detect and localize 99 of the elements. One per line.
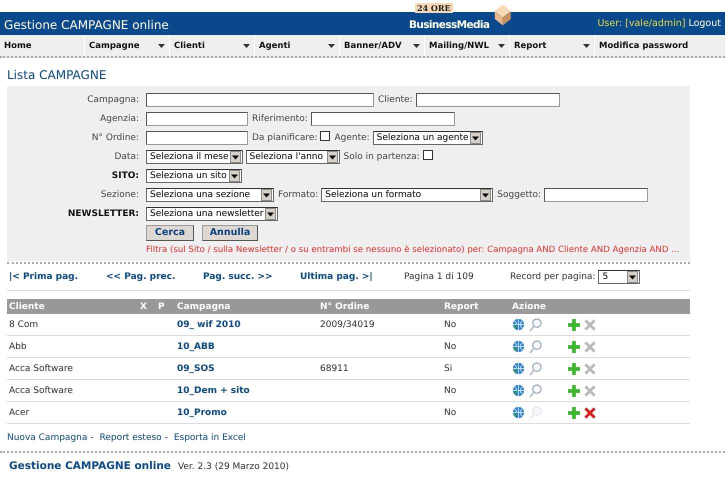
checkbox[interactable] xyxy=(422,150,433,160)
add-icon[interactable] xyxy=(568,340,580,352)
per-page-label: Record per pagina: xyxy=(510,272,596,282)
magnifier-icon[interactable] xyxy=(529,362,542,376)
dropdown[interactable]: Seleziona il mese xyxy=(146,150,242,164)
add-icon[interactable] xyxy=(568,384,580,396)
globe-icon[interactable] xyxy=(512,406,525,419)
magnifier-icon[interactable] xyxy=(529,384,542,398)
table-cell-text: No xyxy=(444,342,458,352)
pager-link[interactable]: Ultima pag. >| xyxy=(300,272,404,282)
pager-link[interactable]: |< Prima pag. xyxy=(9,272,106,282)
menu-item[interactable]: Campagne xyxy=(85,35,170,56)
column-header: Azione xyxy=(512,302,547,312)
column-header: Report xyxy=(444,302,480,312)
input-field[interactable] xyxy=(416,92,560,106)
campaign-link[interactable]: 10_ABB xyxy=(177,342,215,352)
user-name: [vale/admin] xyxy=(625,18,686,29)
globe-icon[interactable] xyxy=(512,340,525,353)
column-header: X xyxy=(140,302,148,312)
filter-note: Filtra (sul Sito / sulla Newsletter / o su entrambi se nessuno è selezionato) per: Campagna AND Cliente AND Agenzia AND ... xyxy=(146,245,680,255)
app-title: Gestione CAMPAGNE online xyxy=(4,18,169,32)
action-link[interactable]: Report esteso xyxy=(100,433,162,443)
menu-item[interactable]: Agenti xyxy=(255,35,340,56)
input-field[interactable] xyxy=(146,92,374,106)
field-label: NEWSLETTER: xyxy=(66,208,140,218)
footer-title: Gestione CAMPAGNE online xyxy=(9,460,171,472)
campaign-link[interactable]: 10_Promo xyxy=(177,408,227,418)
separator: - xyxy=(90,433,94,443)
add-icon[interactable] xyxy=(568,318,580,330)
page-info: Pagina 1 di 109 xyxy=(404,272,475,282)
dropdown[interactable]: Seleziona un agente xyxy=(372,130,483,144)
delete-icon[interactable] xyxy=(584,406,596,418)
input-field[interactable] xyxy=(146,112,248,126)
add-icon[interactable] xyxy=(568,406,580,418)
field-label: Sezione: xyxy=(100,190,140,200)
field-label: Agente: xyxy=(334,132,370,142)
campaign-link[interactable]: 10_Dem + sito xyxy=(177,386,250,396)
version-text: Ver. 2.3 (29 Marzo 2010) xyxy=(178,462,290,472)
menu-item[interactable]: Banner/ADV xyxy=(340,35,425,56)
checkbox[interactable] xyxy=(320,130,330,140)
table-cell-text: No xyxy=(444,408,458,418)
field-label: Riferimento: xyxy=(252,114,308,124)
pager-link[interactable]: << Pag. prec. xyxy=(106,272,203,282)
field-label: N° Ordine: xyxy=(90,132,140,142)
field-label: Solo in partenza: xyxy=(344,152,420,162)
globe-icon[interactable] xyxy=(512,318,525,331)
field-label: Da pianificare: xyxy=(252,132,318,142)
table-cell: 68911 xyxy=(320,364,349,374)
column-header: P xyxy=(158,302,166,312)
globe-icon[interactable] xyxy=(512,384,525,397)
add-icon[interactable] xyxy=(568,362,580,374)
action-link[interactable]: Esporta in Excel xyxy=(174,433,246,443)
field-label: Agenzia: xyxy=(99,114,140,124)
dropdown[interactable]: Seleziona una newsletter xyxy=(146,206,278,220)
user-label: User: xyxy=(597,18,622,29)
per-page-dropdown[interactable]: 5 xyxy=(598,270,640,284)
form-button[interactable]: Cerca xyxy=(146,224,194,240)
logo: 24 ORE BusinessMedia xyxy=(407,3,513,34)
menu-item[interactable]: Report xyxy=(510,35,595,56)
input-field[interactable] xyxy=(146,130,248,144)
menu-item[interactable]: Home xyxy=(0,35,85,56)
table-cell-text: Acer xyxy=(9,408,30,418)
dropdown[interactable]: Seleziona un formato xyxy=(321,188,494,202)
table-cell-text: Abb xyxy=(9,342,28,352)
table-cell-text: Acca Software xyxy=(9,386,74,396)
table-cell-text: Si xyxy=(444,364,454,374)
page-title: Lista CAMPAGNE xyxy=(7,67,108,84)
action-link[interactable]: Nuova Campagna xyxy=(7,433,88,443)
campaign-link[interactable]: 09_ wif 2010 xyxy=(177,320,241,330)
form-button[interactable]: Annulla xyxy=(202,224,258,240)
table-cell: 2009/34019 xyxy=(320,320,375,330)
table-cell-text: No xyxy=(444,386,458,396)
magnifier-icon[interactable] xyxy=(529,340,542,354)
field-label: Cliente: xyxy=(378,94,413,104)
field-label: Campagna: xyxy=(86,94,140,104)
dropdown[interactable]: Seleziona un sito xyxy=(146,168,242,182)
column-header: Cliente xyxy=(9,302,46,312)
separator: - xyxy=(164,433,168,443)
input-field[interactable] xyxy=(310,112,455,126)
table-cell-text: 8 Com xyxy=(9,320,40,330)
logout-link[interactable]: Logout xyxy=(688,18,721,29)
field-label: Formato: xyxy=(278,190,318,200)
column-header: N° Ordine xyxy=(320,302,370,312)
magnifier-icon[interactable] xyxy=(529,318,542,332)
menu-item[interactable]: Clienti xyxy=(170,35,255,56)
field-label: SITO: xyxy=(110,170,140,180)
table-cell-text: Acca Software xyxy=(9,364,74,374)
column-header: Campagna xyxy=(177,302,232,312)
field-label: Soggetto: xyxy=(497,190,542,200)
campaign-link[interactable]: 09_SOS xyxy=(177,364,215,374)
dropdown[interactable]: Seleziona l'anno xyxy=(246,150,340,164)
pager-link[interactable]: Pag. succ. >> xyxy=(203,272,300,282)
menu-item[interactable]: Modifica password xyxy=(595,35,692,56)
table-cell-text: No xyxy=(444,320,458,330)
dropdown[interactable]: Seleziona una sezione xyxy=(146,188,274,202)
globe-icon[interactable] xyxy=(512,362,525,375)
menu-item[interactable]: Mailing/NWL xyxy=(425,35,510,56)
field-label: Data: xyxy=(113,152,140,162)
input-field[interactable] xyxy=(544,188,648,202)
